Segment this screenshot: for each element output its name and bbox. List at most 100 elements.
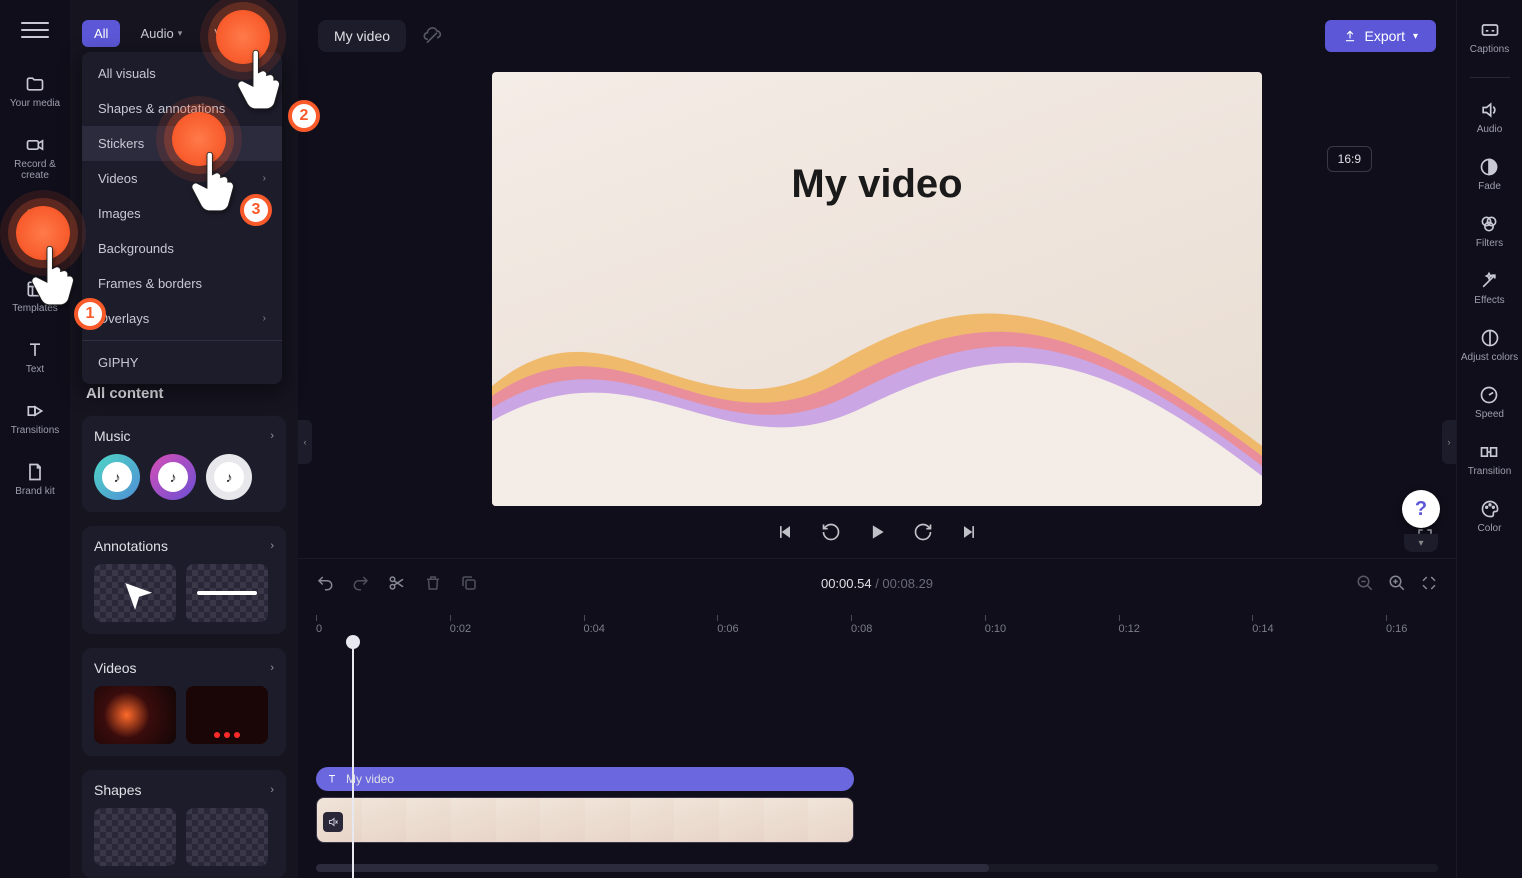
- music-thumb[interactable]: ♪: [206, 454, 252, 500]
- vm-overlays[interactable]: Overlays ›: [82, 301, 282, 336]
- vm-backgrounds[interactable]: Backgrounds: [82, 231, 282, 266]
- filters-icon: [1479, 214, 1499, 234]
- video-title-chip[interactable]: My video: [318, 20, 406, 52]
- annotation-thumb-arrow[interactable]: ➤: [94, 564, 176, 622]
- section-title: Videos: [94, 660, 137, 676]
- right-label: Transition: [1468, 466, 1512, 477]
- timeline-ruler[interactable]: 00:020:040:060:080:100:120:140:16: [298, 607, 1456, 637]
- ruler-tick: 0:12: [1119, 615, 1140, 635]
- duplicate-button[interactable]: [460, 574, 478, 592]
- right-label: Filters: [1476, 238, 1503, 249]
- chevron-right-icon: ›: [270, 430, 274, 442]
- captions-icon: [1480, 20, 1500, 40]
- help-button[interactable]: ?: [1402, 490, 1440, 528]
- right-label: Speed: [1475, 409, 1504, 420]
- nav-label: Text: [26, 364, 44, 375]
- shape-thumb[interactable]: [94, 808, 176, 866]
- section-title: Shapes: [94, 782, 141, 798]
- zoom-out-button[interactable]: [1356, 574, 1374, 592]
- fit-zoom-button[interactable]: [1420, 574, 1438, 592]
- right-fade[interactable]: Fade: [1478, 157, 1501, 192]
- right-captions[interactable]: Captions: [1470, 20, 1509, 55]
- right-collapse[interactable]: ›: [1442, 420, 1456, 464]
- playback-controls: [775, 522, 979, 542]
- nav-brand-kit[interactable]: Brand kit: [5, 458, 65, 501]
- right-transition[interactable]: Transition: [1468, 442, 1512, 477]
- split-button[interactable]: [388, 574, 406, 592]
- timeline-scrollbar[interactable]: [316, 864, 1438, 872]
- video-clip[interactable]: [316, 797, 854, 843]
- nav-label: Transitions: [11, 425, 60, 436]
- timeline-tracks[interactable]: My video: [298, 637, 1456, 878]
- preview-canvas[interactable]: My video: [492, 72, 1262, 506]
- video-thumb[interactable]: [94, 686, 176, 744]
- shape-thumb[interactable]: [186, 808, 268, 866]
- redo-button[interactable]: [352, 574, 370, 592]
- nav-text[interactable]: Text: [5, 336, 65, 379]
- speaker-icon: [1479, 100, 1499, 120]
- panel-heading: All content: [86, 385, 282, 402]
- collapse-preview[interactable]: ▾: [1404, 534, 1438, 552]
- right-label: Audio: [1477, 124, 1503, 135]
- right-effects[interactable]: Effects: [1474, 271, 1504, 306]
- transitions-icon: [25, 401, 45, 421]
- section-annotations-header[interactable]: Annotations ›: [94, 538, 274, 554]
- right-label: Effects: [1474, 295, 1504, 306]
- tab-all[interactable]: All: [82, 20, 120, 47]
- undo-button[interactable]: [316, 574, 334, 592]
- play-button[interactable]: [867, 522, 887, 542]
- section-music-header[interactable]: Music ›: [94, 428, 274, 444]
- video-thumb[interactable]: [186, 686, 268, 744]
- cloud-sync-icon: [422, 26, 442, 46]
- right-color[interactable]: Color: [1478, 499, 1502, 534]
- chevron-right-icon: ›: [270, 662, 274, 674]
- music-thumb[interactable]: ♪: [94, 454, 140, 500]
- section-shapes-header[interactable]: Shapes ›: [94, 782, 274, 798]
- text-clip[interactable]: My video: [316, 767, 854, 791]
- export-button[interactable]: Export ▾: [1325, 20, 1437, 52]
- vm-giphy[interactable]: GIPHY: [82, 345, 282, 380]
- right-filters[interactable]: Filters: [1476, 214, 1503, 249]
- section-shapes: Shapes ›: [82, 770, 286, 878]
- right-audio[interactable]: Audio: [1477, 100, 1503, 135]
- delete-button[interactable]: [424, 574, 442, 592]
- chevron-right-icon: ›: [263, 313, 266, 324]
- section-videos: Videos ›: [82, 648, 286, 756]
- vm-videos[interactable]: Videos ›: [82, 161, 282, 196]
- export-label: Export: [1365, 28, 1405, 44]
- zoom-in-button[interactable]: [1388, 574, 1406, 592]
- right-adjust-colors[interactable]: Adjust colors: [1461, 328, 1518, 363]
- forward-button[interactable]: [913, 522, 933, 542]
- playhead[interactable]: [352, 637, 354, 878]
- ruler-tick: 0:14: [1252, 615, 1273, 635]
- mute-icon[interactable]: [323, 812, 343, 832]
- section-title: Music: [94, 428, 131, 444]
- nav-record-create[interactable]: Record & create: [5, 131, 65, 185]
- right-rail: Captions Audio Fade Filters Effects Adju…: [1456, 0, 1522, 878]
- text-icon: [326, 773, 338, 785]
- nav-label: Brand kit: [15, 486, 54, 497]
- annotation-thumb-brush[interactable]: [186, 564, 268, 622]
- ruler-tick: 0:06: [717, 615, 738, 635]
- guide-hand-2: [232, 44, 292, 121]
- hamburger-menu[interactable]: [21, 16, 49, 44]
- section-videos-header[interactable]: Videos ›: [94, 660, 274, 676]
- skip-end-button[interactable]: [959, 522, 979, 542]
- right-label: Adjust colors: [1461, 352, 1518, 363]
- nav-your-media[interactable]: Your media: [5, 70, 65, 113]
- tab-audio[interactable]: Audio ▾: [128, 20, 194, 47]
- vm-frames-borders[interactable]: Frames & borders: [82, 266, 282, 301]
- nav-transitions[interactable]: Transitions: [5, 397, 65, 440]
- skip-start-button[interactable]: [775, 522, 795, 542]
- right-speed[interactable]: Speed: [1475, 385, 1504, 420]
- right-label: Color: [1478, 523, 1502, 534]
- section-annotations: Annotations › ➤: [82, 526, 286, 634]
- ruler-tick: 0:10: [985, 615, 1006, 635]
- music-thumb[interactable]: ♪: [150, 454, 196, 500]
- aspect-ratio-chip[interactable]: 16:9: [1327, 146, 1372, 172]
- ruler-tick: 0: [316, 615, 322, 635]
- rewind-button[interactable]: [821, 522, 841, 542]
- right-label: Captions: [1470, 44, 1509, 55]
- timeline-toolbar: 00:00.54 / 00:08.29: [298, 559, 1456, 607]
- chevron-down-icon: ▾: [178, 28, 183, 39]
